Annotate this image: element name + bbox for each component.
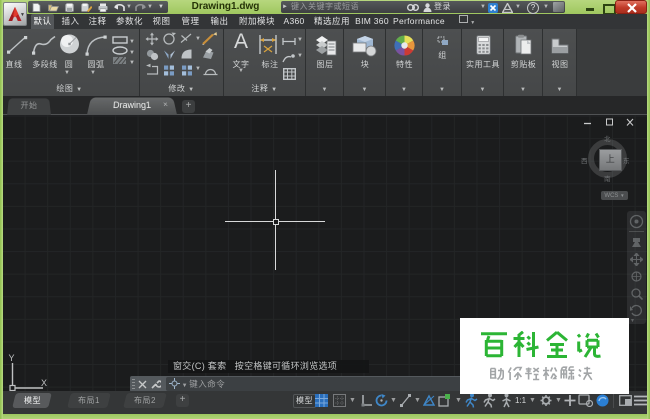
svg-text:▼: ▼: [129, 39, 134, 44]
svg-text:▼: ▼: [129, 60, 134, 65]
svg-text:X: X: [41, 378, 47, 388]
svg-text:Y: Y: [9, 353, 15, 363]
svg-text:▼: ▼: [129, 50, 134, 55]
